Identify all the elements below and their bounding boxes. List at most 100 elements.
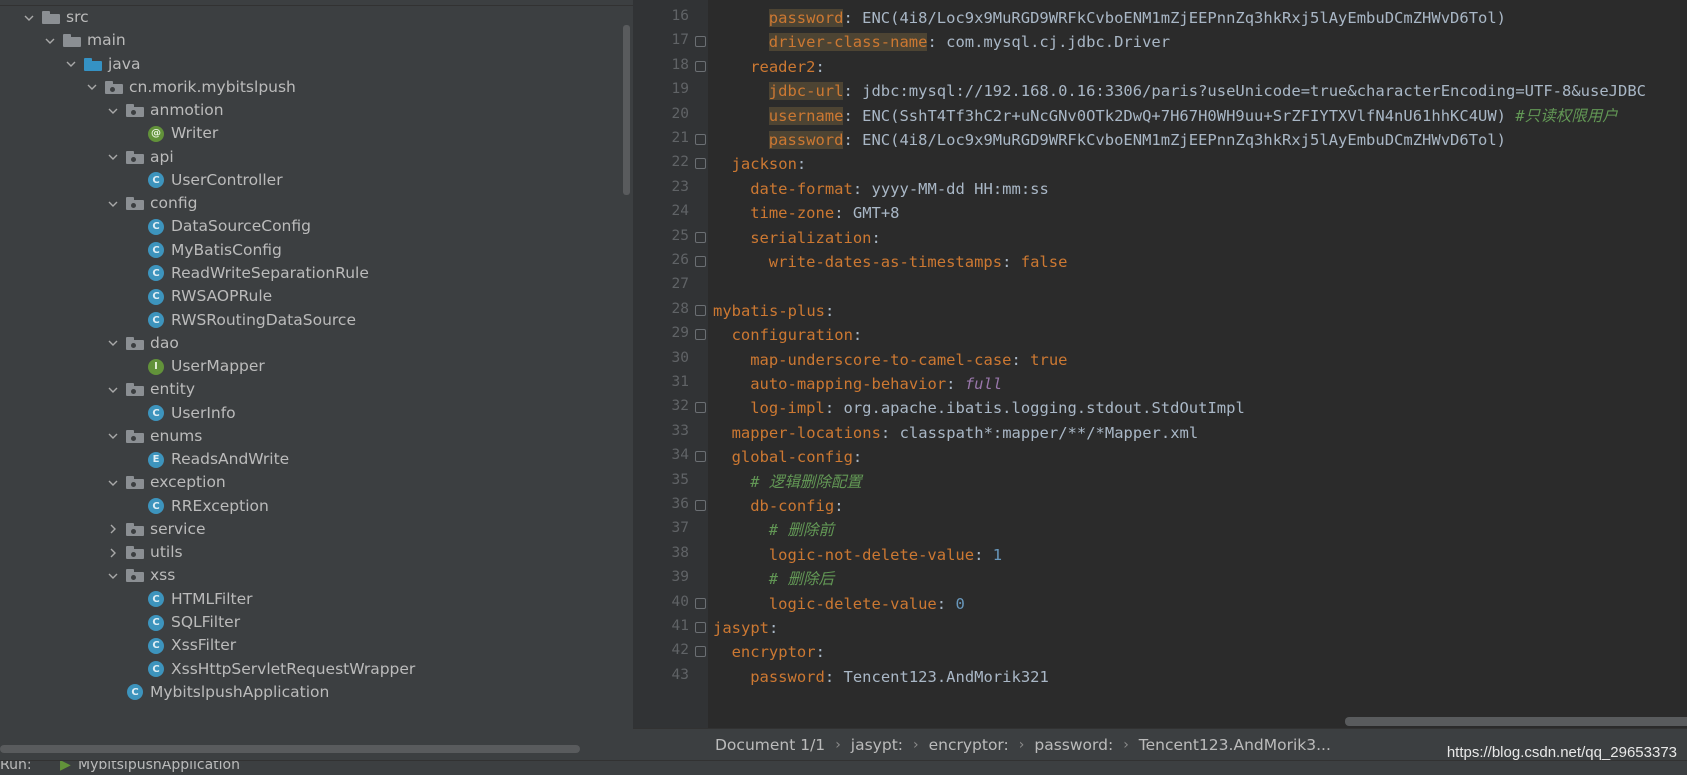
tree-item[interactable]: main — [43, 28, 126, 53]
tree-item[interactable]: api — [106, 145, 174, 170]
tree-item[interactable]: C RWSRoutingDataSource — [147, 308, 356, 333]
tree-item-label: api — [150, 147, 174, 166]
tree-item[interactable]: C SQLFilter — [147, 610, 240, 635]
fold-marker-icon[interactable] — [695, 597, 706, 609]
code-line[interactable]: logic-not-delete-value: 1 — [769, 542, 1002, 568]
code-line[interactable]: encryptor: — [732, 639, 825, 665]
tree-item[interactable]: config — [106, 191, 197, 216]
fold-marker-icon[interactable] — [695, 134, 706, 145]
tree-item[interactable]: anmotion — [106, 98, 224, 123]
fold-marker-icon[interactable] — [695, 329, 706, 341]
tree-item[interactable]: cn.morik.mybitslpush — [85, 75, 296, 100]
fold-marker-icon[interactable] — [695, 402, 706, 414]
breadcrumb-item[interactable]: encryptor: — [929, 736, 1009, 754]
tree-item[interactable]: C RRException — [147, 494, 269, 519]
code-line[interactable]: # 删除前 — [769, 517, 834, 543]
code-line[interactable]: global-config: — [732, 444, 863, 470]
code-line[interactable]: db-config: — [750, 493, 843, 519]
tree-item[interactable]: C XssHttpServletRequestWrapper — [147, 657, 415, 682]
breadcrumb-item[interactable]: password: — [1034, 736, 1113, 754]
tree-item[interactable]: dao — [106, 331, 179, 356]
chevron-right-icon[interactable] — [106, 517, 120, 542]
code-line[interactable]: password: ENC(4i8/Loc9x9MuRGD9WRFkCvboEN… — [768, 127, 1506, 153]
code-line[interactable]: # 逻辑删除配置 — [750, 469, 862, 495]
chevron-down-icon[interactable] — [43, 28, 57, 53]
code-line[interactable]: driver-class-name: com.mysql.cj.jdbc.Dri… — [768, 29, 1170, 55]
code-line[interactable]: password: ENC(4i8/Loc9x9MuRGD9WRFkCvboEN… — [768, 5, 1506, 31]
tree-item[interactable]: C HTMLFilter — [147, 587, 253, 612]
chevron-down-icon[interactable] — [106, 563, 120, 588]
tree-item[interactable]: xss — [106, 563, 175, 588]
code-line[interactable]: jdbc-url: jdbc:mysql://192.168.0.16:3306… — [768, 78, 1646, 104]
code-line[interactable]: password: Tencent123.AndMorik321 — [750, 664, 1049, 690]
breadcrumb-item[interactable]: jasypt: — [851, 736, 903, 754]
breadcrumb-item[interactable]: Tencent123.AndMorik3... — [1139, 736, 1331, 754]
fold-marker-icon[interactable] — [695, 500, 706, 511]
fold-marker-icon[interactable] — [695, 304, 706, 316]
code-line[interactable]: mybatis-plus: — [713, 298, 834, 324]
chevron-down-icon[interactable] — [106, 424, 120, 449]
tree-item[interactable]: entity — [106, 377, 195, 402]
tree-item[interactable]: C ReadWriteSeparationRule — [147, 261, 369, 286]
package-icon — [126, 195, 144, 213]
tree-item[interactable]: C MybitslpushApplication — [126, 680, 329, 705]
chevron-down-icon[interactable] — [85, 75, 99, 100]
project-vertical-scrollbar[interactable] — [623, 25, 630, 195]
tree-item[interactable]: @ Writer — [147, 121, 218, 146]
yaml-key: db-config — [750, 497, 835, 515]
chevron-down-icon[interactable] — [106, 145, 120, 170]
chevron-right-icon[interactable] — [106, 540, 120, 565]
tree-item[interactable]: C DataSourceConfig — [147, 214, 311, 239]
chevron-down-icon[interactable] — [106, 191, 120, 216]
chevron-down-icon[interactable] — [106, 331, 120, 356]
breadcrumb-document[interactable]: Document 1/1 — [715, 736, 825, 754]
tree-item[interactable]: C UserInfo — [147, 401, 236, 426]
fold-marker-icon[interactable] — [695, 451, 706, 463]
editor[interactable]: 16 17 18 19 20 21 22 23 24 25 26 27 28 29 30 31 32 33 34 35… — [633, 0, 1687, 728]
code-line[interactable]: # 删除后 — [769, 566, 834, 592]
code-line[interactable]: jasypt: — [713, 615, 778, 641]
code-line[interactable]: serialization: — [750, 225, 881, 251]
project-horizontal-scrollbar[interactable] — [0, 745, 580, 753]
chevron-down-icon[interactable] — [64, 52, 78, 77]
yaml-separator: : — [871, 228, 881, 247]
fold-marker-icon[interactable] — [695, 36, 706, 48]
fold-marker-icon[interactable] — [695, 231, 706, 243]
tree-item[interactable]: java — [64, 52, 140, 77]
code-line[interactable]: date-format: yyyy-MM-dd HH:mm:ss — [750, 176, 1049, 202]
tree-item[interactable]: E ReadsAndWrite — [147, 447, 289, 472]
code-line[interactable]: write-dates-as-timestamps: false — [769, 249, 1068, 275]
code-line[interactable]: reader2: — [750, 54, 825, 80]
code-line[interactable]: mapper-locations: classpath*:mapper/**/*… — [732, 420, 1199, 446]
code-line[interactable]: jackson: — [732, 151, 807, 177]
code-line[interactable]: configuration: — [732, 322, 863, 348]
code-line[interactable]: auto-mapping-behavior: full — [750, 371, 1002, 397]
chevron-down-icon[interactable] — [106, 377, 120, 402]
tree-item[interactable]: utils — [106, 540, 183, 565]
chevron-down-icon[interactable] — [22, 5, 36, 30]
fold-marker-icon[interactable] — [695, 60, 706, 72]
tree-item[interactable]: I UserMapper — [147, 354, 265, 379]
code-line[interactable]: map-underscore-to-camel-case: true — [750, 347, 1067, 373]
tree-item[interactable]: C RWSAOPRule — [147, 284, 272, 309]
chevron-down-icon[interactable] — [106, 98, 120, 123]
code-line[interactable]: logic-delete-value: 0 — [769, 591, 965, 617]
run-config-tab[interactable]: MybitslpushApplication — [78, 761, 240, 773]
tree-item[interactable]: C UserController — [147, 168, 283, 193]
fold-marker-icon[interactable] — [695, 158, 706, 170]
editor-horizontal-scrollbar[interactable] — [1345, 717, 1687, 726]
code-line[interactable]: time-zone: GMT+8 — [750, 200, 899, 226]
fold-marker-icon[interactable] — [695, 646, 706, 658]
tree-item[interactable]: C XssFilter — [147, 633, 236, 658]
code-line[interactable]: log-impl: org.apache.ibatis.logging.stdo… — [750, 395, 1245, 421]
tree-item[interactable]: enums — [106, 424, 202, 449]
tree-item[interactable]: exception — [106, 470, 226, 495]
code-line[interactable]: username: ENC(SshT4Tf3hC2r+uNcGNv0OTk2Dw… — [768, 103, 1618, 129]
fold-marker-icon[interactable] — [695, 256, 706, 267]
chevron-down-icon[interactable] — [106, 470, 120, 495]
run-label: Run: — [0, 760, 32, 773]
tree-item[interactable]: service — [106, 517, 206, 542]
tree-item[interactable]: C MyBatisConfig — [147, 238, 282, 263]
tree-item[interactable]: src — [22, 5, 89, 30]
fold-marker-icon[interactable] — [695, 622, 706, 633]
